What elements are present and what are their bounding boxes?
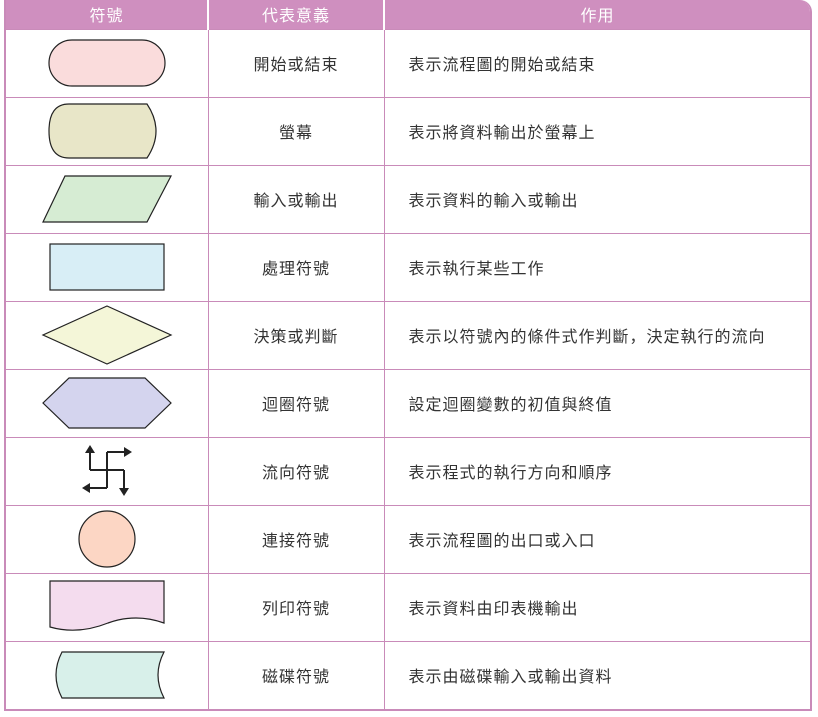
meaning-cell: 輸入或輸出 — [208, 164, 385, 233]
usage-cell: 表示執行某些工作 — [384, 232, 810, 301]
process-rectangle-shape-icon — [49, 243, 165, 291]
meaning-cell: 螢幕 — [208, 96, 385, 165]
table-row: 列印符號 表示資料由印表機輸出 — [6, 572, 810, 641]
display-shape-icon — [48, 103, 157, 159]
meaning-cell: 迴圈符號 — [208, 368, 385, 437]
connector-circle-shape-icon — [78, 510, 136, 568]
table-row: 流向符號 表示程式的執行方向和順序 — [6, 436, 810, 505]
header-usage: 作用 — [384, 0, 810, 29]
table-row: 處理符號 表示執行某些工作 — [6, 232, 810, 301]
usage-cell: 設定迴圈變數的初值與終值 — [384, 368, 810, 437]
disk-storage-shape-icon — [55, 651, 165, 699]
flow-arrows-icon — [81, 445, 132, 496]
loop-hexagon-shape-icon — [41, 377, 172, 429]
usage-cell: 表示程式的執行方向和順序 — [384, 436, 810, 505]
symbol-table: 符號 代表意義 作用 開始或結束 表示流程圖的開始或結束 螢幕 表示將資料輸出於… — [6, 0, 810, 709]
usage-cell: 表示以符號內的條件式作判斷，決定執行的流向 — [384, 300, 810, 369]
usage-cell: 表示流程圖的出口或入口 — [384, 504, 810, 573]
symbol-cell — [6, 232, 209, 301]
table-header-row: 符號 代表意義 作用 — [6, 0, 810, 29]
table-row: 磁碟符號 表示由磁碟輸入或輸出資料 — [6, 640, 810, 709]
usage-cell: 表示由磁碟輸入或輸出資料 — [384, 640, 810, 709]
table-row: 決策或判斷 表示以符號內的條件式作判斷，決定執行的流向 — [6, 300, 810, 369]
symbol-cell — [6, 300, 209, 369]
symbol-cell — [6, 164, 209, 233]
table-row: 連接符號 表示流程圖的出口或入口 — [6, 504, 810, 573]
symbol-cell — [6, 368, 209, 437]
meaning-cell: 開始或結束 — [208, 28, 385, 97]
usage-cell: 表示流程圖的開始或結束 — [384, 28, 810, 97]
meaning-cell: 處理符號 — [208, 232, 385, 301]
usage-cell: 表示資料的輸入或輸出 — [384, 164, 810, 233]
table-row: 開始或結束 表示流程圖的開始或結束 — [6, 28, 810, 97]
document-print-shape-icon — [49, 580, 165, 631]
decision-diamond-shape-icon — [41, 305, 173, 365]
meaning-cell: 流向符號 — [208, 436, 385, 505]
terminator-shape-icon — [48, 39, 166, 87]
header-symbol: 符號 — [6, 0, 209, 29]
symbol-cell — [6, 572, 209, 641]
usage-cell: 表示將資料輸出於螢幕上 — [384, 96, 810, 165]
meaning-cell: 列印符號 — [208, 572, 385, 641]
table-row: 螢幕 表示將資料輸出於螢幕上 — [6, 96, 810, 165]
symbol-cell — [6, 436, 209, 505]
meaning-cell: 決策或判斷 — [208, 300, 385, 369]
meaning-cell: 連接符號 — [208, 504, 385, 573]
meaning-cell: 磁碟符號 — [208, 640, 385, 709]
flowchart-symbol-table: 符號 代表意義 作用 開始或結束 表示流程圖的開始或結束 螢幕 表示將資料輸出於… — [4, 0, 812, 711]
symbol-cell — [6, 504, 209, 573]
parallelogram-io-shape-icon — [41, 175, 172, 223]
symbol-cell — [6, 28, 209, 97]
usage-cell: 表示資料由印表機輸出 — [384, 572, 810, 641]
symbol-cell — [6, 96, 209, 165]
table-row: 迴圈符號 設定迴圈變數的初值與終值 — [6, 368, 810, 437]
symbol-cell — [6, 640, 209, 709]
table-row: 輸入或輸出 表示資料的輸入或輸出 — [6, 164, 810, 233]
header-meaning: 代表意義 — [208, 0, 385, 29]
